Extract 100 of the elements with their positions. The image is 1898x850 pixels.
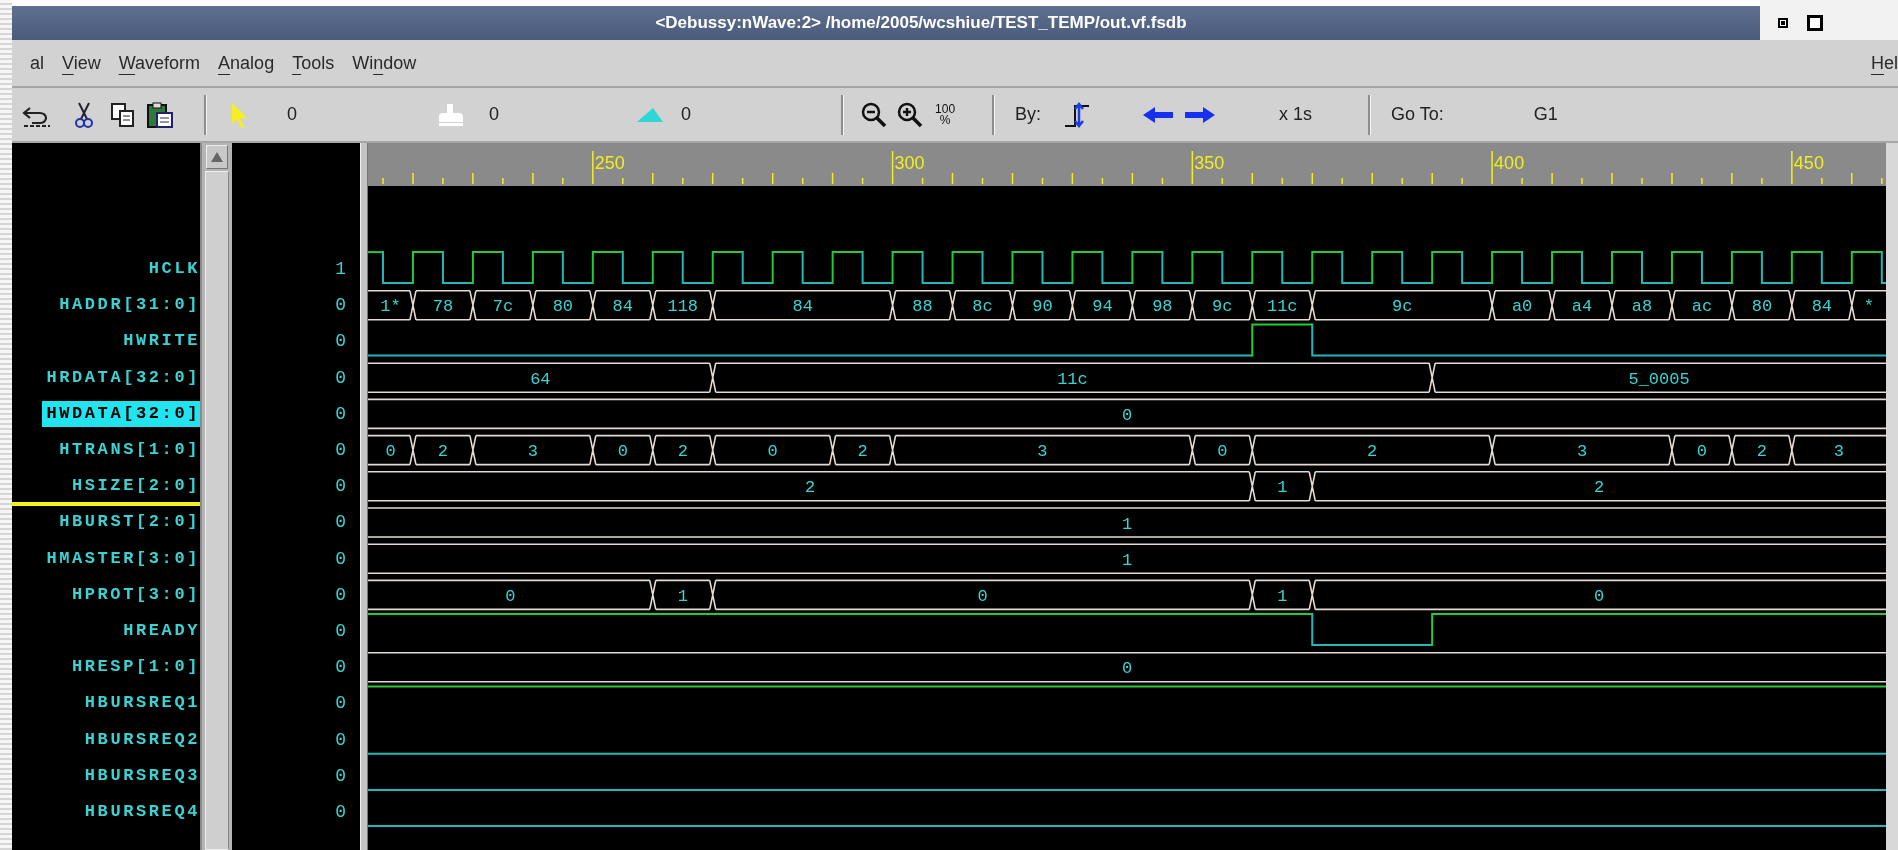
bus-value: 118 <box>667 297 699 317</box>
ruler-label: 450 <box>1793 153 1824 173</box>
signal-name[interactable]: HMASTER[3:0] <box>42 545 200 572</box>
bus-value: 78 <box>432 297 454 317</box>
bus-value: 11c <box>1057 369 1088 389</box>
zoom-out-icon[interactable] <box>860 100 889 129</box>
bus-value: 1 <box>1121 514 1133 534</box>
signal-name[interactable]: HRDATA[32:0] <box>42 364 200 391</box>
bus-value: 11c <box>1266 297 1298 317</box>
signal-name[interactable]: HADDR[31:0] <box>55 292 200 319</box>
bus-value: 2 <box>437 442 449 462</box>
scroll-up-button[interactable] <box>206 145 228 169</box>
scroll-thumb[interactable] <box>205 171 229 850</box>
bus-value: 90 <box>1032 297 1053 317</box>
bus-value: 2 <box>805 478 816 498</box>
signal-name[interactable]: HREADY <box>119 617 200 644</box>
signal-value: 0 <box>335 801 346 822</box>
menu-item[interactable]: Window <box>352 52 417 74</box>
bus-value: 64 <box>530 369 551 389</box>
bus-value: ac <box>1691 297 1713 317</box>
signal-value: 0 <box>335 367 346 388</box>
bus-value: 84 <box>612 297 633 317</box>
bus-value: 1 <box>1121 550 1133 570</box>
menu-item[interactable]: Hel <box>1871 52 1898 74</box>
signal-value: 1 <box>335 259 346 280</box>
paste-icon[interactable] <box>146 100 174 129</box>
signal-value: 0 <box>335 331 346 352</box>
signal-value: 0 <box>335 657 346 678</box>
copy-icon[interactable] <box>110 101 136 128</box>
bus-value: 1 <box>1277 586 1288 606</box>
signal-value: 0 <box>335 440 346 461</box>
toolbar-label: Go To: <box>1391 104 1444 125</box>
signal-name[interactable]: HRESP[1:0] <box>67 654 200 681</box>
bus-value: 2 <box>677 442 688 462</box>
signal-name[interactable]: HBURSREQ3 <box>80 762 200 789</box>
time-value: 0 <box>681 104 692 125</box>
signal-value: 0 <box>335 512 346 533</box>
ruler-label: 400 <box>1494 153 1525 173</box>
zoom-in-icon[interactable] <box>896 100 925 129</box>
menu-item[interactable]: al <box>30 52 44 74</box>
scrollbar[interactable] <box>200 143 232 850</box>
bus-value: 1* <box>380 297 401 317</box>
bus-value: 0 <box>1121 659 1133 679</box>
bus-value: 3 <box>1833 442 1845 462</box>
menu-item[interactable]: Tools <box>292 52 335 74</box>
signal-name[interactable]: HWRITE <box>119 328 200 355</box>
bus-value: 0 <box>617 442 628 462</box>
menu-item[interactable]: Analog <box>218 52 275 74</box>
bus-value: 2 <box>857 442 868 462</box>
signal-value: 0 <box>335 584 346 605</box>
signal-value: 0 <box>335 476 346 497</box>
toolbar-label: By: <box>1015 104 1042 125</box>
bus-value: * <box>1863 297 1874 317</box>
time-value: 0 <box>287 104 297 125</box>
bus-value: 0 <box>385 442 396 462</box>
bus-value: 98 <box>1152 297 1173 317</box>
bus-value: 0 <box>1594 586 1605 606</box>
bus-value: 0 <box>977 586 988 606</box>
bus-value: a0 <box>1511 297 1533 317</box>
signal-name[interactable]: HBURSREQ4 <box>80 798 200 825</box>
menu-item[interactable]: Waveform <box>118 52 201 74</box>
signal-name[interactable]: HCLK <box>144 256 200 283</box>
bus-value: 1 <box>1277 478 1288 498</box>
bus-value: a8 <box>1631 297 1653 317</box>
signal-name[interactable]: HSIZE[2:0] <box>67 473 200 500</box>
bus-value: 0 <box>505 586 516 606</box>
marker-icon[interactable] <box>437 101 465 128</box>
bus-value: 9c <box>1212 297 1233 317</box>
ruler-label: 300 <box>894 153 925 173</box>
signal-name[interactable]: HBURSREQ1 <box>80 690 200 717</box>
bus-value: 2 <box>1594 478 1605 498</box>
signal-name[interactable]: HBURSREQ2 <box>80 726 200 753</box>
ruler-label: 250 <box>594 153 625 173</box>
toolbar-label: x 1s <box>1279 104 1313 125</box>
bus-value: a4 <box>1571 297 1593 317</box>
bus-value: 80 <box>552 297 574 317</box>
bus-value: 84 <box>792 297 813 317</box>
scissors-icon[interactable] <box>74 100 94 129</box>
left-arrow-icon[interactable] <box>1141 104 1176 125</box>
ruler-label: 350 <box>1194 153 1225 173</box>
bus-value: 94 <box>1092 297 1113 317</box>
zoom-100-button[interactable]: 100 % <box>932 103 959 126</box>
signal-value: 0 <box>335 693 346 714</box>
signal-name[interactable]: HTRANS[1:0] <box>55 437 200 464</box>
signal-value: 0 <box>335 403 346 424</box>
bus-value: 5_0005 <box>1628 369 1690 389</box>
bus-value: 3 <box>1576 442 1588 462</box>
signal-value: 0 <box>335 729 346 750</box>
signal-value: 0 <box>335 548 346 569</box>
bus-value: 0 <box>767 442 778 462</box>
bus-value: 9c <box>1392 297 1413 317</box>
bus-value: 80 <box>1751 297 1773 317</box>
bus-value: 8c <box>972 297 993 317</box>
signal-name[interactable]: HBURST[2:0] <box>55 509 200 536</box>
signal-name[interactable]: HWDATA[32:0] <box>42 400 200 427</box>
signal-value: 0 <box>335 620 346 641</box>
signal-name[interactable]: HPROT[3:0] <box>67 581 200 608</box>
menu-item[interactable]: View <box>62 52 101 74</box>
bus-value: 0 <box>1121 405 1133 425</box>
maximize-button[interactable] <box>1806 14 1824 32</box>
